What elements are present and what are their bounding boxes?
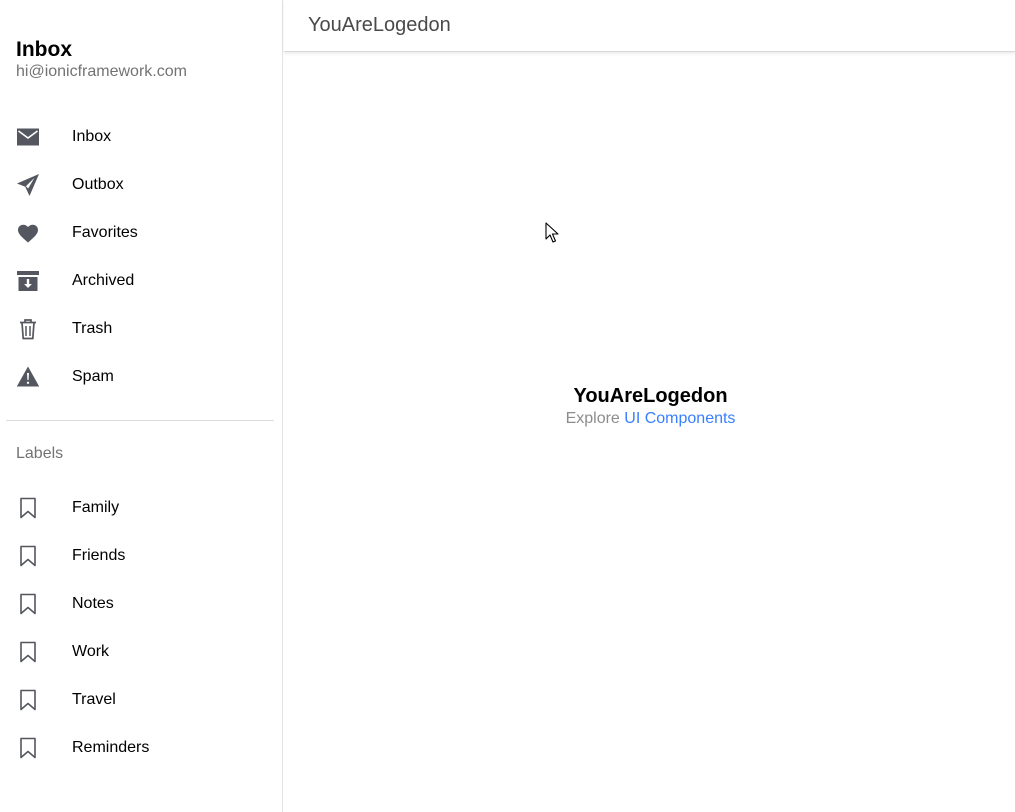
- label-item-text: Family: [72, 499, 120, 516]
- main-content: YouAreLogedon YouAreLogedon Explore UI C…: [284, 0, 1015, 812]
- paper-plane-icon: [16, 173, 40, 197]
- label-item-friends[interactable]: Friends: [0, 532, 282, 580]
- label-item-text: Reminders: [72, 739, 150, 756]
- bookmark-icon: [16, 496, 40, 520]
- archive-icon: [16, 269, 40, 293]
- menu-item-label: Spam: [72, 368, 114, 385]
- mail-icon: [16, 125, 40, 149]
- label-item-text: Notes: [72, 595, 114, 612]
- bookmark-icon: [16, 640, 40, 664]
- menu-item-label: Inbox: [72, 128, 112, 145]
- content-title: YouAreLogedon: [573, 385, 728, 407]
- menu-item-favorites[interactable]: Favorites: [0, 209, 282, 257]
- warning-icon: [16, 365, 40, 389]
- menu-item-archived[interactable]: Archived: [0, 257, 282, 305]
- menu-item-outbox[interactable]: Outbox: [0, 161, 282, 209]
- menu-header: Inbox hi@ionicframework.com: [0, 0, 282, 82]
- trash-icon: [16, 317, 40, 341]
- labels-list: Family Friends Notes Work Travel Reminde…: [0, 484, 282, 772]
- menu-item-label: Favorites: [72, 224, 138, 241]
- bookmark-icon: [16, 688, 40, 712]
- heart-icon: [16, 221, 40, 245]
- label-item-text: Work: [72, 643, 110, 660]
- menu-item-label: Outbox: [72, 176, 124, 193]
- label-item-text: Travel: [72, 691, 116, 708]
- label-item-travel[interactable]: Travel: [0, 676, 282, 724]
- menu-list: Inbox Outbox Favorites Archived Trash Sp…: [0, 113, 282, 401]
- menu-item-label: Trash: [72, 320, 113, 337]
- menu-title: Inbox: [16, 38, 72, 61]
- label-item-notes[interactable]: Notes: [0, 580, 282, 628]
- page-title: YouAreLogedon: [308, 14, 451, 36]
- menu-item-spam[interactable]: Spam: [0, 353, 282, 401]
- menu-subtitle-email: hi@ionicframework.com: [16, 63, 187, 80]
- label-item-family[interactable]: Family: [0, 484, 282, 532]
- bookmark-icon: [16, 544, 40, 568]
- content-container: YouAreLogedon Explore UI Components: [284, 384, 1015, 430]
- side-menu: Inbox hi@ionicframework.com Inbox Outbox: [0, 0, 283, 812]
- app: Inbox hi@ionicframework.com Inbox Outbox: [0, 0, 1015, 812]
- bookmark-icon: [16, 736, 40, 760]
- label-item-text: Friends: [72, 547, 126, 564]
- explore-text: Explore: [565, 410, 620, 427]
- menu-item-inbox[interactable]: Inbox: [0, 113, 282, 161]
- menu-item-label: Archived: [72, 272, 135, 289]
- label-item-reminders[interactable]: Reminders: [0, 724, 282, 772]
- menu-item-trash[interactable]: Trash: [0, 305, 282, 353]
- header-toolbar: YouAreLogedon: [284, 0, 1015, 52]
- ui-components-link[interactable]: UI Components: [624, 410, 735, 427]
- bookmark-icon: [16, 592, 40, 616]
- labels-header: Labels: [16, 445, 64, 462]
- label-item-work[interactable]: Work: [0, 628, 282, 676]
- content-subtitle: Explore UI Components: [284, 408, 1015, 430]
- mouse-cursor-icon: [545, 222, 559, 243]
